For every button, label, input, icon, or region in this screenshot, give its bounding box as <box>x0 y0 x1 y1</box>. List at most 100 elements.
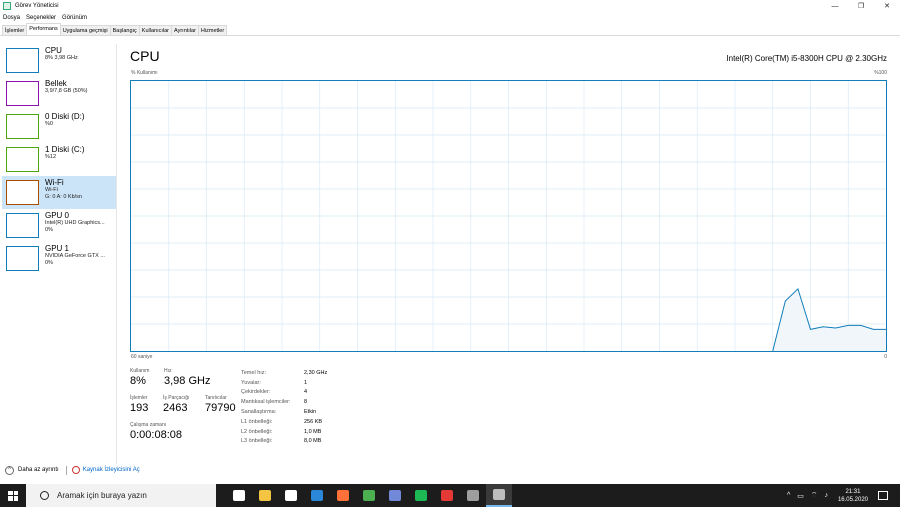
prop-row: L3 önbelleği: 8,0 MB <box>241 437 327 447</box>
prop-row: Çekirdekler: 4 <box>241 388 327 398</box>
sidebar-item-memory[interactable]: Bellek 3,9/7,8 GB (50%) <box>2 77 116 110</box>
prop-row: L1 önbelleği: 256 KB <box>241 417 327 427</box>
task-manager-icon <box>3 2 11 10</box>
sidebar-item-gpu-1[interactable]: GPU 1 NVIDIA GeForce GTX ... 0% <box>2 242 116 275</box>
taskbar-search[interactable]: Aramak için buraya yazın <box>26 484 216 507</box>
windows-logo-icon <box>8 490 18 501</box>
task-manager-icon[interactable] <box>486 484 512 507</box>
firefox-icon-glyph <box>337 490 349 501</box>
sidebar-item-detail-2: 0% <box>45 227 53 233</box>
threads-label: İş Parçacığı <box>163 395 190 401</box>
prop-value: 256 KB <box>304 418 323 425</box>
sidebar-item-detail: %0 <box>45 121 53 127</box>
tab-startup[interactable]: Başlangıç <box>109 25 140 35</box>
cpu-usage-area <box>772 288 886 351</box>
prop-row: Mantıksal işlemciler: 8 <box>241 397 327 407</box>
app-icon[interactable] <box>356 484 382 507</box>
sidebar-item-label: Bellek <box>45 79 67 88</box>
gpu1-mini-graph <box>6 246 39 271</box>
notification-icon[interactable] <box>878 491 888 500</box>
prop-value: 1,0 MB <box>304 428 322 435</box>
processes-label: İşlemler <box>130 395 148 401</box>
cpu-model-name: Intel(R) Core(TM) i5-8300H CPU @ 2.30GHz <box>726 54 887 63</box>
graph-x-label: 60 saniye <box>131 354 153 360</box>
uptime-value: 0:00:08:08 <box>130 429 182 441</box>
prop-value: 8,0 MB <box>304 438 322 445</box>
menu-view[interactable]: Görünüm <box>59 15 90 21</box>
sidebar-item-label: 1 Diski (C:) <box>45 145 85 154</box>
taskbar: Aramak için buraya yazın ^ ▭ ⌔ ♪ 21:31 1… <box>0 484 900 507</box>
processes-stat: İşlemler 193 <box>130 395 148 414</box>
app-icon-glyph <box>363 490 375 501</box>
sidebar-item-gpu-0[interactable]: GPU 0 Intel(R) UHD Graphics... 0% <box>2 209 116 242</box>
handles-value: 79790 <box>205 402 236 414</box>
prop-label: L2 önbelleği: <box>241 428 273 435</box>
task-manager-icon-glyph <box>493 489 505 500</box>
graph-y-label: % Kullanımı <box>131 70 158 76</box>
task-manager-window: Görev Yöneticisi — ❐ ✕ Dosya Seçenekler … <box>0 0 900 484</box>
prop-value: Etkin <box>304 409 317 416</box>
spotify-icon[interactable] <box>408 484 434 507</box>
tab-bar: İşlemler Performans Uygulama geçmişi Baş… <box>0 23 900 36</box>
sidebar-item-detail-2: G: 0 A: 0 Kb/sn <box>45 194 82 200</box>
network-icon[interactable]: ⌔ <box>811 491 818 500</box>
fewer-details-link[interactable]: Daha az ayrıntı <box>18 467 59 473</box>
sidebar-item-detail-2: 0% <box>45 260 53 266</box>
sidebar-item-disk-0[interactable]: 0 Diski (D:) %0 <box>2 110 116 143</box>
battery-icon[interactable]: ▭ <box>797 492 804 500</box>
clock[interactable]: 21:31 16.05.2020 <box>838 488 868 504</box>
menu-options[interactable]: Seçenekler <box>23 15 59 21</box>
store-icon[interactable] <box>278 484 304 507</box>
open-resource-monitor-link[interactable]: Kaynak İzleyicisini Aç <box>83 467 140 473</box>
store-icon-glyph <box>285 490 297 501</box>
flash-app-icon[interactable] <box>434 484 460 507</box>
tab-services[interactable]: Hizmetler <box>197 25 228 35</box>
media-app-icon-glyph <box>467 490 479 501</box>
graph-x-end: 0 <box>884 354 887 360</box>
sidebar-item-detail: Intel(R) UHD Graphics... <box>45 220 105 226</box>
usage-stat: Kullanım 8% <box>130 368 149 387</box>
restore-button[interactable]: ❐ <box>848 0 874 12</box>
window-controls: — ❐ ✕ <box>822 0 900 12</box>
gpu0-mini-graph <box>6 213 39 238</box>
taskbar-apps <box>226 484 512 507</box>
clock-date: 16.05.2020 <box>837 496 868 503</box>
performance-sidebar: CPU 8% 3,98 GHz Bellek 3,9/7,8 GB (50%) … <box>2 44 117 464</box>
prop-row: L2 önbelleği: 1,0 MB <box>241 427 327 437</box>
menu-file[interactable]: Dosya <box>0 15 23 21</box>
minimize-button[interactable]: — <box>822 0 848 12</box>
clock-time: 21:31 <box>845 488 861 495</box>
media-app-icon[interactable] <box>460 484 486 507</box>
disk0-mini-graph <box>6 114 39 139</box>
prop-label: L1 önbelleği: <box>241 418 273 425</box>
chevron-up-icon[interactable]: ^ <box>5 465 14 475</box>
task-view-icon[interactable] <box>226 484 252 507</box>
prop-label: Sanallaştırma: <box>241 409 277 416</box>
window-title: Görev Yöneticisi <box>15 3 59 9</box>
sidebar-item-label: GPU 0 <box>45 211 70 220</box>
resource-monitor-icon[interactable] <box>71 466 80 474</box>
start-button[interactable] <box>0 484 26 507</box>
tab-app-history[interactable]: Uygulama geçmişi <box>59 25 111 35</box>
close-button[interactable]: ✕ <box>874 0 900 12</box>
prop-row: Sanallaştırma: Etkin <box>241 407 327 417</box>
tab-users[interactable]: Kullanıcılar <box>138 25 173 35</box>
file-explorer-icon[interactable] <box>252 484 278 507</box>
usage-value: 8% <box>130 375 146 387</box>
tab-performance[interactable]: Performans <box>26 23 61 35</box>
tab-processes[interactable]: İşlemler <box>2 25 28 35</box>
sidebar-item-wifi[interactable]: Wi-Fi Wi-Fi G: 0 A: 0 Kb/sn <box>2 176 116 209</box>
sidebar-item-cpu[interactable]: CPU 8% 3,98 GHz <box>2 44 116 77</box>
tab-details[interactable]: Ayrıntılar <box>171 25 199 35</box>
mail-icon[interactable] <box>304 484 330 507</box>
footer-bar: ^ Daha az ayrıntı Kaynak İzleyicisini Aç <box>0 462 900 478</box>
sidebar-item-disk-1[interactable]: 1 Diski (C:) %12 <box>2 143 116 176</box>
search-icon <box>40 491 49 500</box>
discord-icon[interactable] <box>382 484 408 507</box>
cpu-mini-graph <box>6 48 39 73</box>
task-view-icon-glyph <box>233 490 245 501</box>
chevron-up-icon[interactable]: ^ <box>787 492 790 499</box>
firefox-icon[interactable] <box>330 484 356 507</box>
volume-icon[interactable]: ♪ <box>824 492 828 499</box>
threads-value: 2463 <box>163 402 188 414</box>
